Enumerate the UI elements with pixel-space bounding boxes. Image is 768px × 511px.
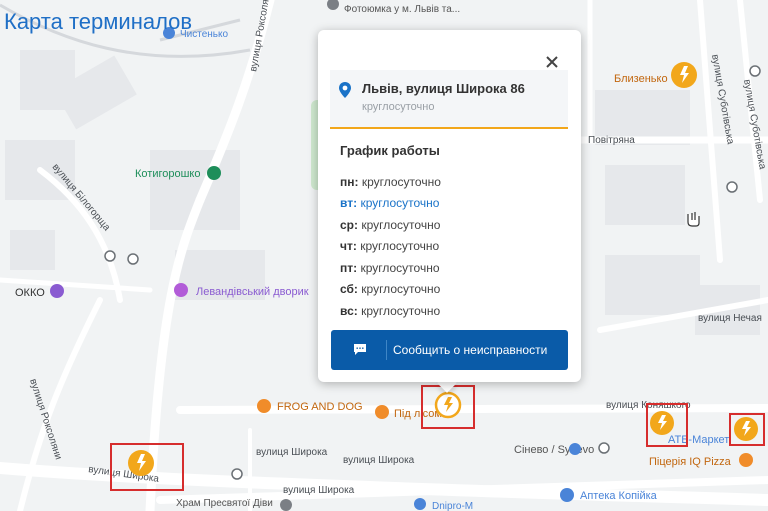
report-fault-button[interactable]: Сообщить о неисправности xyxy=(331,330,568,370)
schedule-day: вт: xyxy=(340,196,358,210)
location-pin-icon xyxy=(339,82,351,98)
poi-icon xyxy=(414,498,426,510)
report-fault-label: Сообщить о неисправности xyxy=(393,343,548,357)
schedule-hours: круглосуточно xyxy=(360,196,440,210)
poi-icon xyxy=(280,499,292,511)
poi-label: ОККО xyxy=(15,287,45,299)
terminal-hours: круглосуточно xyxy=(362,101,435,113)
poi-icon xyxy=(207,166,221,180)
bus-stop-icon xyxy=(726,181,738,193)
schedule-row: чт: круглосуточно xyxy=(340,239,439,253)
poi-label: Храм Пресвятої Діви xyxy=(176,498,273,509)
schedule-hours: круглосуточно xyxy=(360,239,440,253)
poi-icon xyxy=(569,443,581,455)
page-title: Карта терминалов xyxy=(4,9,193,34)
schedule-hours: круглосуточно xyxy=(360,261,440,275)
poi-label: Аптека Копійка xyxy=(580,490,658,502)
street-label: вулиця Нечая xyxy=(698,313,762,324)
schedule-day: пт: xyxy=(340,261,358,275)
poi-label: Піцерія IQ Pizza xyxy=(649,456,732,468)
poi-label: Близенько xyxy=(614,73,668,85)
bus-stop-icon xyxy=(598,442,610,454)
schedule-row-today: вт: круглосуточно xyxy=(340,196,439,210)
button-divider xyxy=(386,340,387,360)
chat-bubble-icon xyxy=(354,344,366,355)
bus-stop-icon xyxy=(127,253,139,265)
schedule-row: ср: круглосуточно xyxy=(340,218,440,232)
poi-icon xyxy=(327,0,339,10)
schedule-hours: круглосуточно xyxy=(361,304,441,318)
terminal-highlight xyxy=(110,443,184,491)
street-label: вулиця Широка xyxy=(343,455,415,466)
poi-icon xyxy=(739,453,753,467)
terminal-highlight xyxy=(646,403,688,447)
schedule-day: пн: xyxy=(340,175,359,189)
terminal-address: Львів, вулиця Широка 86 xyxy=(362,81,525,96)
street-label: Повітряна xyxy=(588,135,635,146)
poi-label: FROG AND DOG xyxy=(277,401,363,413)
hand-cursor-icon xyxy=(687,212,700,227)
close-button[interactable] xyxy=(544,54,560,70)
schedule-day: вс: xyxy=(340,304,358,318)
terminal-marker[interactable] xyxy=(671,62,697,88)
street-label: вулиця Роксоляни xyxy=(248,0,273,73)
schedule-row: вс: круглосуточно xyxy=(340,304,440,318)
poi-label: Фотоюмка у м. Львів та... xyxy=(344,4,460,15)
street-label: вулиця Суботівська xyxy=(741,78,768,170)
street-label: вулиця Суботівська xyxy=(709,53,737,145)
terminal-info-popup: Львів, вулиця Широка 86 круглосуточно Гр… xyxy=(318,30,581,382)
schedule-hours: круглосуточно xyxy=(361,282,441,296)
close-icon[interactable] xyxy=(544,54,560,70)
schedule-day: чт: xyxy=(340,239,357,253)
poi-icon xyxy=(174,283,188,297)
poi-label: Dnipro-M xyxy=(432,501,473,511)
schedule-hours: круглосуточно xyxy=(361,218,441,232)
street-label: вулиця Широка xyxy=(283,485,355,496)
street-label: вулиця Широка xyxy=(256,447,328,458)
poi-icon xyxy=(375,405,389,419)
bus-stop-icon xyxy=(749,65,761,77)
schedule-day: ср: xyxy=(340,218,358,232)
schedule-day: сб: xyxy=(340,282,358,296)
poi-label: Сінево / Synevo xyxy=(514,444,594,456)
poi-icon xyxy=(50,284,64,298)
schedule-title: График работы xyxy=(340,143,440,158)
terminal-highlight xyxy=(729,413,765,446)
bus-stop-icon xyxy=(231,468,243,480)
poi-label: Котигорошко xyxy=(135,168,200,180)
address-section: Львів, вулиця Широка 86 круглосуточно xyxy=(330,70,568,129)
schedule-row: пт: круглосуточно xyxy=(340,261,440,275)
schedule-row: сб: круглосуточно xyxy=(340,282,440,296)
bus-stop-icon xyxy=(104,250,116,262)
poi-icon xyxy=(257,399,271,413)
schedule-row: пн: круглосуточно xyxy=(340,175,441,189)
schedule-hours: круглосуточно xyxy=(361,175,441,189)
poi-icon xyxy=(560,488,574,502)
poi-label: Левандівський дворик xyxy=(196,286,309,298)
